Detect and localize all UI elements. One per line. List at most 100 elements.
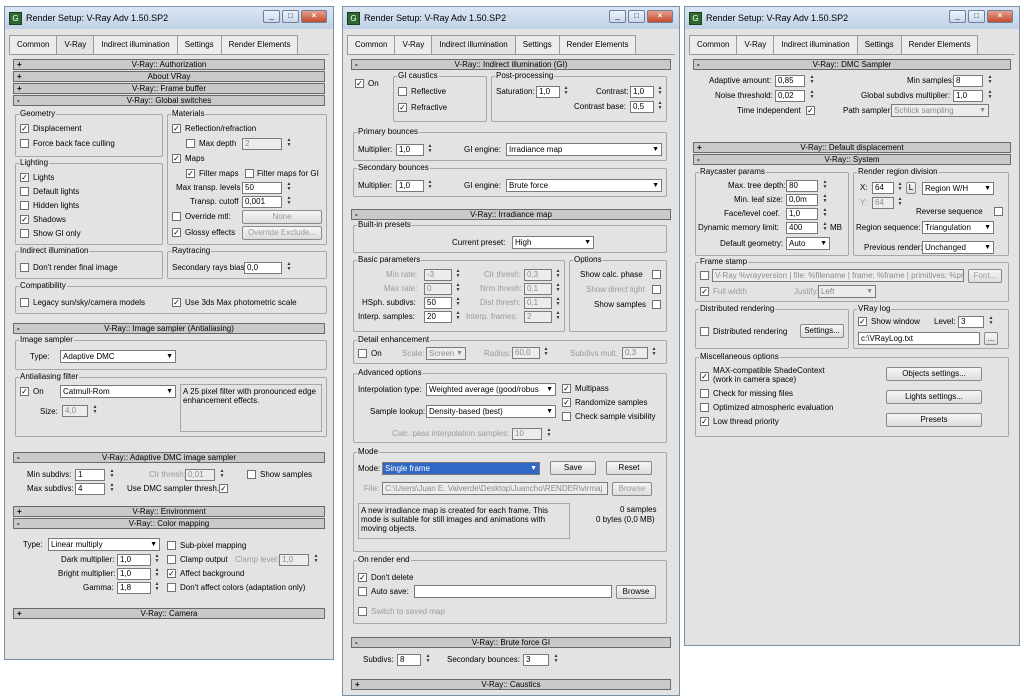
switch-saved-map-checkbox[interactable] <box>358 607 367 616</box>
auto-save-checkbox[interactable] <box>358 587 367 596</box>
log-path-browse-button[interactable]: ... <box>984 332 998 345</box>
max-subdivs-arrows[interactable]: ▲ ▼ <box>108 483 116 495</box>
min-subdivs-arrows[interactable]: ▲ ▼ <box>108 469 116 481</box>
maximize-button[interactable]: □ <box>282 10 299 23</box>
region-sequence-dropdown[interactable]: Triangulation ▼ <box>922 221 994 234</box>
title-bar[interactable]: G Render Setup: V-Ray Adv 1.50.SP2 _ □ × <box>685 7 1019 29</box>
rollout-camera[interactable]: + V-Ray:: Camera <box>13 608 325 619</box>
aa-filter-on-checkbox[interactable]: ✓ <box>20 387 29 396</box>
dont-delete-checkbox[interactable]: ✓ <box>358 573 367 582</box>
rollout-dmc-sampler[interactable]: - V-Ray:: DMC Sampler <box>693 59 1011 70</box>
rollout-system[interactable]: - V-Ray:: System <box>693 154 1011 165</box>
full-width-checkbox[interactable]: ✓ <box>700 287 709 296</box>
justify-dropdown[interactable]: Left ▼ <box>818 285 876 298</box>
contrast-base-spinner[interactable]: 0,5 <box>630 101 654 113</box>
tab-render-elements[interactable]: Render Elements <box>558 35 637 54</box>
rollout-brute-force-gi[interactable]: - V-Ray:: Brute force GI <box>351 637 671 648</box>
randomize-samples-checkbox[interactable]: ✓ <box>562 398 571 407</box>
face-level-coef-spinner[interactable]: 1,0 <box>786 208 818 220</box>
show-calc-phase-checkbox[interactable] <box>652 270 661 279</box>
ir-clr-thresh-arrows[interactable]: ▲ ▼ <box>554 269 562 281</box>
region-lock-button[interactable]: L <box>906 182 916 194</box>
color-mapping-type-dropdown[interactable]: Linear multiply ▼ <box>48 538 160 551</box>
max-transp-spinner[interactable]: 50 <box>242 182 282 194</box>
max-tree-depth-arrows[interactable]: ▲ ▼ <box>821 180 829 192</box>
hsph-subdivs-spinner[interactable]: 50 <box>424 297 452 309</box>
auto-save-browse-button[interactable]: Browse <box>616 585 656 599</box>
ir-clr-thresh-spinner[interactable]: 0,3 <box>524 269 552 281</box>
region-wh-dropdown[interactable]: Region W/H ▼ <box>922 182 994 195</box>
tab-indirect-illumination[interactable]: Indirect illumination <box>93 35 178 54</box>
min-samples-arrows[interactable]: ▲ ▼ <box>986 75 994 87</box>
use-3ds-photometric-checkbox[interactable]: ✓ <box>172 298 181 307</box>
reflection-refraction-checkbox[interactable]: ✓ <box>172 124 181 133</box>
rollout-indirect-gi[interactable]: - V-Ray:: Indirect illumination (GI) <box>351 59 671 70</box>
max-tree-depth-spinner[interactable]: 80 <box>786 180 818 192</box>
title-bar[interactable]: G Render Setup: V-Ray Adv 1.50.SP2 _ □ × <box>343 7 679 29</box>
image-sampler-type-dropdown[interactable]: Adaptive DMC ▼ <box>60 350 176 363</box>
rollout-adaptive-dmc[interactable]: - V-Ray:: Adaptive DMC image sampler <box>13 452 325 463</box>
max-depth-arrows[interactable]: ▲ ▼ <box>285 138 293 150</box>
multipass-checkbox[interactable]: ✓ <box>562 384 571 393</box>
clr-thresh-spinner[interactable]: 0,01 <box>185 469 215 481</box>
show-gi-only-checkbox[interactable] <box>20 229 29 238</box>
max-rate-arrows[interactable]: ▲ ▼ <box>454 283 462 295</box>
save-button[interactable]: Save <box>550 461 596 475</box>
region-y-spinner[interactable]: 64 <box>872 197 894 209</box>
primary-multiplier-arrows[interactable]: ▲ ▼ <box>426 144 434 156</box>
maximize-button[interactable]: □ <box>968 10 985 23</box>
hsph-subdivs-arrows[interactable]: ▲ ▼ <box>454 297 462 309</box>
objects-settings-button[interactable]: Objects settings... <box>886 367 982 381</box>
saturation-arrows[interactable]: ▲ ▼ <box>562 86 570 98</box>
face-level-coef-arrows[interactable]: ▲ ▼ <box>821 208 829 220</box>
detail-on-checkbox[interactable] <box>358 349 367 358</box>
tab-vray[interactable]: V-Ray <box>56 35 95 54</box>
clamp-level-spinner[interactable]: 1,0 <box>279 554 309 566</box>
default-lights-checkbox[interactable] <box>20 187 29 196</box>
global-subdivs-arrows[interactable]: ▲ ▼ <box>986 90 994 102</box>
override-exclude-button[interactable]: Override Exclude... <box>242 226 322 240</box>
secondary-gi-engine-dropdown[interactable]: Brute force ▼ <box>506 179 662 192</box>
nrm-thresh-arrows[interactable]: ▲ ▼ <box>554 283 562 295</box>
sub-pixel-checkbox[interactable] <box>167 541 176 550</box>
tab-common[interactable]: Common <box>9 35 58 54</box>
file-browse-button[interactable]: Browse <box>612 482 652 496</box>
default-geometry-dropdown[interactable]: Auto ▼ <box>786 237 830 250</box>
subdivs-mult-spinner[interactable]: 0,3 <box>622 347 648 359</box>
current-preset-dropdown[interactable]: High ▼ <box>512 236 594 249</box>
minimize-button[interactable]: _ <box>949 10 966 23</box>
contrast-base-arrows[interactable]: ▲ ▼ <box>656 101 664 113</box>
max-depth-spinner[interactable]: 2 <box>242 138 282 150</box>
maps-checkbox[interactable]: ✓ <box>172 154 181 163</box>
secondary-rays-bias-spinner[interactable]: 0,0 <box>244 262 282 274</box>
min-rate-spinner[interactable]: -3 <box>424 269 452 281</box>
dont-affect-colors-checkbox[interactable] <box>167 583 176 592</box>
maximize-button[interactable]: □ <box>628 10 645 23</box>
minimize-button[interactable]: _ <box>263 10 280 23</box>
dark-multiplier-arrows[interactable]: ▲ ▼ <box>153 554 161 566</box>
contrast-arrows[interactable]: ▲ ▼ <box>656 86 664 98</box>
region-x-arrows[interactable]: ▲ ▼ <box>896 182 904 194</box>
affect-background-checkbox[interactable]: ✓ <box>167 569 176 578</box>
rollout-default-displacement[interactable]: + V-Ray:: Default displacement <box>693 142 1011 153</box>
adaptive-amount-arrows[interactable]: ▲ ▼ <box>808 75 816 87</box>
auto-save-path-field[interactable] <box>414 585 612 598</box>
sample-lookup-dropdown[interactable]: Density-based (best) ▼ <box>426 405 556 418</box>
dark-multiplier-spinner[interactable]: 1,0 <box>117 554 151 566</box>
region-x-spinner[interactable]: 64 <box>872 182 894 194</box>
transp-cutoff-spinner[interactable]: 0,001 <box>242 196 282 208</box>
radius-spinner[interactable]: 60,0 <box>512 347 540 359</box>
filter-size-spinner[interactable]: 4,0 <box>62 405 88 417</box>
frame-stamp-checkbox[interactable] <box>700 271 709 280</box>
glossy-effects-checkbox[interactable]: ✓ <box>172 228 181 237</box>
min-leaf-size-spinner[interactable]: 0,0m <box>786 194 818 206</box>
contrast-spinner[interactable]: 1,0 <box>630 86 654 98</box>
noise-threshold-arrows[interactable]: ▲ ▼ <box>808 90 816 102</box>
max-subdivs-spinner[interactable]: 4 <box>75 483 105 495</box>
clr-thresh-arrows[interactable]: ▲ ▼ <box>218 469 226 481</box>
secondary-multiplier-spinner[interactable]: 1,0 <box>396 180 424 192</box>
rollout-environment[interactable]: + V-Ray:: Environment <box>13 506 325 517</box>
tab-indirect-illumination[interactable]: Indirect illumination <box>431 35 516 54</box>
max-transp-arrows[interactable]: ▲ ▼ <box>285 182 293 194</box>
secondary-multiplier-arrows[interactable]: ▲ ▼ <box>426 180 434 192</box>
